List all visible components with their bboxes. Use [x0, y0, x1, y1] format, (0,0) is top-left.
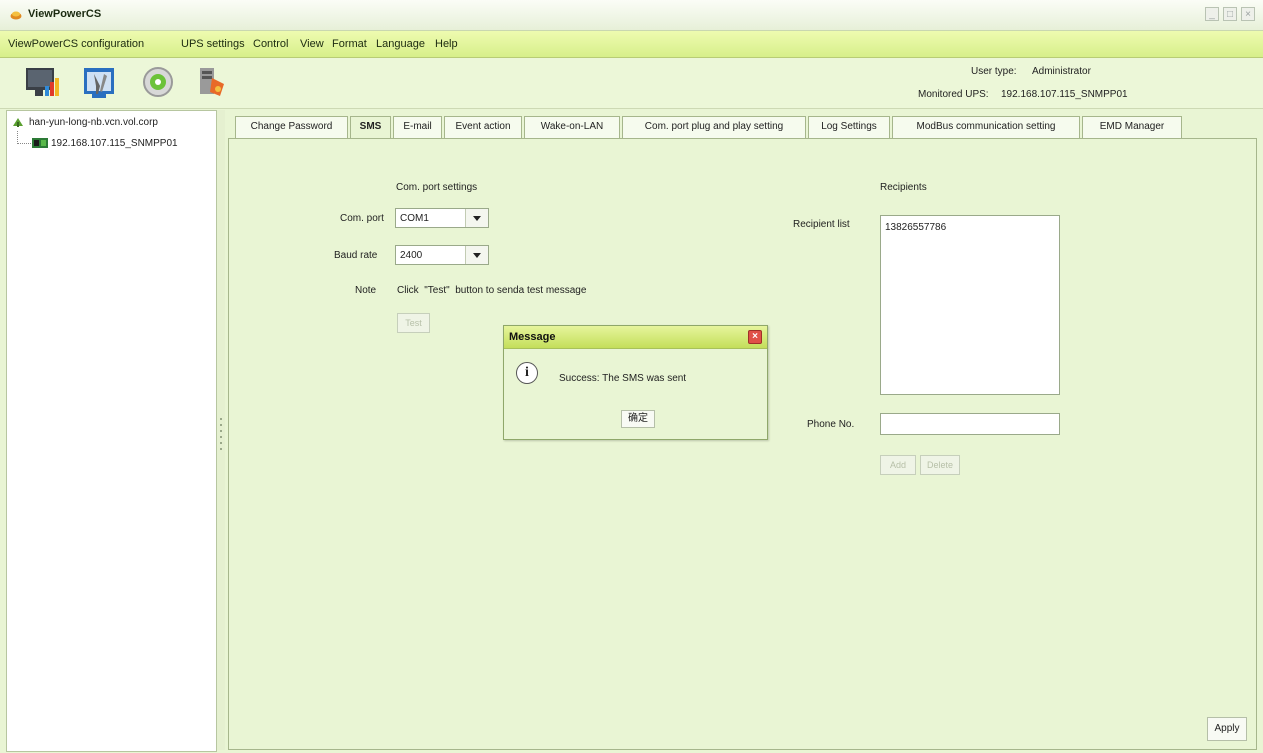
menu-ups-settings[interactable]: UPS settings — [181, 38, 245, 50]
menu-view[interactable]: View — [300, 38, 324, 50]
tree-connector — [17, 143, 31, 145]
apply-button[interactable]: Apply — [1207, 717, 1247, 741]
splitter-grip — [220, 424, 222, 426]
maximize-button[interactable]: □ — [1223, 7, 1237, 21]
test-button[interactable]: Test — [397, 313, 430, 333]
tab-wake-on-lan[interactable]: Wake-on-LAN — [524, 116, 620, 138]
power-disc-icon[interactable] — [138, 62, 178, 102]
note-text: Click "Test" button to senda test messag… — [397, 285, 587, 296]
close-icon[interactable]: × — [748, 330, 762, 344]
add-recipient-button[interactable]: Add — [880, 455, 916, 475]
baud-rate-label: Baud rate — [334, 250, 378, 261]
ups-device-icon — [32, 138, 48, 148]
dialog-title-bar[interactable]: Message × — [504, 326, 767, 349]
dialog-message: Success: The SMS was sent — [559, 373, 687, 384]
menu-format[interactable]: Format — [332, 38, 367, 50]
splitter-grip — [220, 430, 222, 432]
tree-root[interactable]: han-yun-long-nb.vcn.vol.corp — [29, 117, 158, 128]
chevron-down-icon[interactable] — [465, 246, 488, 264]
recipient-list-label: Recipient list — [793, 219, 850, 230]
menu-control[interactable]: Control — [253, 38, 288, 50]
tree-ups-node[interactable]: 192.168.107.115_SNMPP01 — [51, 138, 178, 149]
phone-number-label: Phone No. — [807, 419, 855, 430]
splitter-grip — [220, 448, 222, 450]
tab-change-password[interactable]: Change Password — [235, 116, 348, 138]
tab-email[interactable]: E-mail — [393, 116, 442, 138]
sms-settings-panel — [228, 138, 1257, 750]
splitter-grip — [220, 442, 222, 444]
recipient-list[interactable]: 13826557786 — [880, 215, 1060, 395]
settings-tools-icon[interactable] — [80, 62, 120, 102]
toolbar: User type: Administrator Monitored UPS: … — [0, 58, 1263, 109]
recipients-heading: Recipients — [880, 182, 927, 193]
network-node-icon — [13, 118, 23, 127]
delete-recipient-button[interactable]: Delete — [920, 455, 960, 475]
monitor-chart-icon[interactable] — [23, 62, 63, 102]
monitored-ups-value: 192.168.107.115_SNMPP01 — [1001, 89, 1128, 100]
tab-log-settings[interactable]: Log Settings — [808, 116, 890, 138]
com-port-select[interactable]: COM1 — [395, 208, 489, 228]
phone-number-input[interactable] — [880, 413, 1060, 435]
menu-language[interactable]: Language — [376, 38, 425, 50]
tab-com-port-plug-and-play[interactable]: Com. port plug and play setting — [622, 116, 806, 138]
monitored-ups-label: Monitored UPS: — [918, 89, 989, 100]
baud-rate-select[interactable]: 2400 — [395, 245, 489, 265]
device-tree: han-yun-long-nb.vcn.vol.corp 192.168.107… — [6, 110, 217, 752]
menu-bar: ViewPowerCS configuration UPS settings C… — [0, 31, 1263, 58]
list-item[interactable]: 13826557786 — [885, 222, 946, 233]
tab-modbus-communication[interactable]: ModBus communication setting — [892, 116, 1080, 138]
splitter-grip — [220, 436, 222, 438]
com-port-value: COM1 — [400, 213, 429, 224]
dialog-title: Message — [509, 331, 556, 343]
tab-event-action[interactable]: Event action — [444, 116, 522, 138]
com-port-label: Com. port — [340, 213, 384, 224]
user-type-value: Administrator — [1032, 66, 1091, 77]
splitter-grip — [220, 418, 222, 420]
tab-sms[interactable]: SMS — [350, 116, 391, 139]
baud-rate-value: 2400 — [400, 250, 423, 261]
message-dialog: Message × i Success: The SMS was sent 确定 — [503, 325, 768, 440]
menu-viewpowercs-configuration[interactable]: ViewPowerCS configuration — [8, 38, 144, 50]
minimize-button[interactable]: _ — [1205, 7, 1219, 21]
chevron-down-icon[interactable] — [465, 209, 488, 227]
note-label: Note — [355, 285, 377, 296]
com-port-settings-heading: Com. port settings — [396, 182, 478, 193]
menu-help[interactable]: Help — [435, 38, 458, 50]
app-logo-icon — [10, 11, 22, 20]
ok-button[interactable]: 确定 — [621, 410, 655, 428]
info-icon: i — [516, 362, 538, 384]
close-window-button[interactable]: × — [1241, 7, 1255, 21]
title-bar: ViewPowerCS _ □ × — [0, 0, 1263, 31]
tab-emd-manager[interactable]: EMD Manager — [1082, 116, 1182, 138]
database-icon[interactable] — [192, 62, 232, 102]
window-title: ViewPowerCS — [28, 8, 102, 20]
user-type-label: User type: — [971, 66, 1017, 77]
